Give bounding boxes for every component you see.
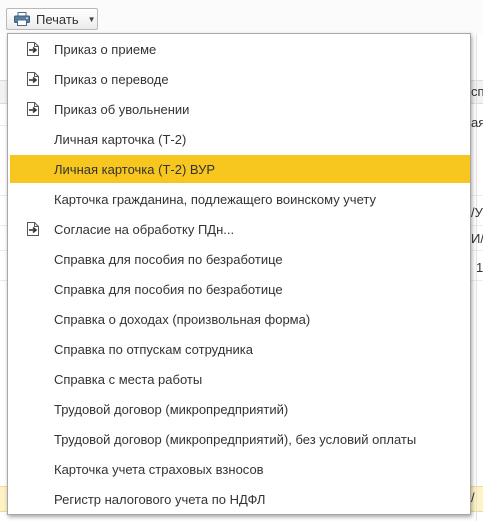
print-dropdown-menu: Приказ о приеме Приказ о переводе Приказ о… (7, 33, 471, 515)
menu-item-icon-slot (10, 65, 54, 93)
menu-item[interactable]: Трудовой договор (микропредприятий), без… (10, 425, 470, 453)
menu-item-icon-slot (10, 425, 54, 453)
menu-item[interactable]: Справка о доходах (произвольная форма) (10, 305, 470, 333)
menu-item-label: Справка с места работы (54, 371, 203, 387)
menu-item[interactable]: Приказ о приеме (10, 35, 470, 63)
print-button-label: Печать (36, 11, 79, 27)
table-cell-fragment: ая (471, 115, 483, 130)
table-header-fragment: сп (471, 84, 483, 99)
document-arrow-icon (27, 102, 39, 116)
menu-item-label: Приказ о приеме (54, 41, 157, 57)
menu-item[interactable]: Личная карточка (Т-2) ВУР (10, 155, 470, 183)
print-button[interactable]: Печать ▼ (6, 8, 98, 30)
menu-item-label: Трудовой договор (микропредприятий) (54, 401, 289, 417)
menu-item-label: Согласие на обработку ПДн... (54, 221, 235, 237)
menu-item-label: Справка для пособия по безработице (54, 251, 283, 267)
table-cell-fragment: И/ (471, 231, 483, 246)
menu-item-icon-slot (10, 125, 54, 153)
menu-item-label: Справка по отпускам сотрудника (54, 341, 253, 357)
menu-item[interactable]: Справка для пособия по безработице (10, 245, 470, 273)
document-arrow-icon (27, 222, 39, 236)
menu-item-icon-slot (10, 185, 54, 213)
menu-item[interactable]: Регистр налогового учета по НДФЛ (10, 485, 470, 513)
menu-item-label: Карточка учета страховых взносов (54, 461, 264, 477)
document-arrow-icon (27, 42, 39, 56)
menu-item-icon-slot (10, 35, 54, 63)
menu-item-label: Приказ об увольнении (54, 101, 190, 117)
printer-icon (14, 12, 30, 26)
menu-item-label: Трудовой договор (микропредприятий), без… (54, 431, 417, 447)
menu-item-icon-slot (10, 155, 54, 183)
chevron-down-icon: ▼ (87, 14, 96, 24)
menu-item-icon-slot (10, 275, 54, 303)
menu-item[interactable]: Справка по отпускам сотрудника (10, 335, 470, 363)
menu-item-icon-slot (10, 215, 54, 243)
menu-item[interactable]: Справка для пособия по безработице (10, 275, 470, 303)
menu-item-icon-slot (10, 455, 54, 483)
menu-item-label: Личная карточка (Т-2) (54, 131, 187, 147)
table-cell-fragment: / (471, 490, 475, 505)
menu-item-icon-slot (10, 335, 54, 363)
menu-item-label: Справка о доходах (произвольная форма) (54, 311, 311, 327)
table-column-divider (476, 34, 477, 521)
menu-item-icon-slot (10, 365, 54, 393)
menu-item[interactable]: Согласие на обработку ПДн... (10, 215, 470, 243)
menu-item[interactable]: Приказ о переводе (10, 65, 470, 93)
menu-item-label: Личная карточка (Т-2) ВУР (54, 161, 216, 177)
menu-item[interactable]: Трудовой договор (микропредприятий) (10, 395, 470, 423)
document-arrow-icon (27, 72, 39, 86)
menu-item[interactable]: Приказ об увольнении (10, 95, 470, 123)
menu-item-label: Карточка гражданина, подлежащего воинско… (54, 191, 376, 207)
menu-item-icon-slot (10, 245, 54, 273)
menu-item-icon-slot (10, 95, 54, 123)
menu-item-icon-slot (10, 305, 54, 333)
menu-item[interactable]: Карточка гражданина, подлежащего воинско… (10, 185, 470, 213)
menu-item-label: Приказ о переводе (54, 71, 169, 87)
menu-item-label: Регистр налогового учета по НДФЛ (54, 491, 266, 507)
table-cell-fragment: /У (471, 205, 483, 220)
menu-item-label: Справка для пособия по безработице (54, 281, 283, 297)
menu-item[interactable]: Личная карточка (Т-2) (10, 125, 470, 153)
menu-item[interactable]: Справка с места работы (10, 365, 470, 393)
menu-item-icon-slot (10, 485, 54, 513)
menu-item-icon-slot (10, 395, 54, 423)
menu-item[interactable]: Карточка учета страховых взносов (10, 455, 470, 483)
table-cell-fragment: 1 (476, 260, 483, 275)
